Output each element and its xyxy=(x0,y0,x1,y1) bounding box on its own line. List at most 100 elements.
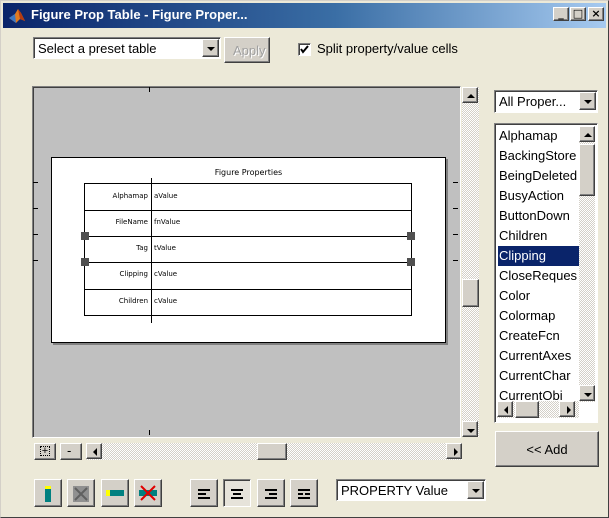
format-dropdown-button[interactable] xyxy=(467,481,484,499)
vertical-scroll-thumb[interactable] xyxy=(462,279,479,307)
scroll-down-button[interactable] xyxy=(462,421,478,437)
align-left-button[interactable] xyxy=(190,479,218,507)
preview-row-value: fnValue xyxy=(154,218,181,226)
selection-handle[interactable] xyxy=(407,258,415,266)
apply-button[interactable]: Apply xyxy=(224,37,270,63)
add-label: << Add xyxy=(526,442,568,457)
ruler-tick xyxy=(149,430,150,435)
row-divider xyxy=(85,236,411,237)
canvas-horizontal-scrollbar[interactable] xyxy=(86,443,462,460)
title-bar[interactable]: Figure Prop Table - Figure Proper... _ □… xyxy=(3,3,606,28)
minimize-button[interactable]: _ xyxy=(553,7,569,21)
split-cells-checkbox[interactable] xyxy=(298,43,311,56)
preset-dropdown-button[interactable] xyxy=(202,39,219,57)
list-vertical-scrollbar[interactable] xyxy=(579,126,595,402)
justify-button[interactable] xyxy=(290,479,318,507)
list-item[interactable]: Colormap xyxy=(498,306,580,326)
apply-label: Apply xyxy=(233,43,266,58)
list-item[interactable]: Color xyxy=(498,286,580,306)
list-item[interactable]: CurrentObj xyxy=(498,386,580,400)
canvas-vertical-scrollbar[interactable] xyxy=(462,87,479,437)
align-center-button[interactable] xyxy=(223,479,251,507)
column-divider xyxy=(151,178,152,323)
delete-column-icon xyxy=(73,486,89,502)
insert-column-icon xyxy=(45,486,51,502)
scroll-right-button[interactable] xyxy=(446,443,462,459)
scroll-left-button[interactable] xyxy=(86,443,102,459)
format-select[interactable]: PROPERTY Value xyxy=(336,479,486,501)
list-horizontal-scrollbar[interactable] xyxy=(497,401,579,418)
arrow-right-icon xyxy=(454,448,458,456)
insert-row-icon xyxy=(106,490,124,496)
list-item[interactable]: BusyAction xyxy=(498,186,580,206)
list-horizontal-thumb[interactable] xyxy=(515,401,539,418)
ruler-tick xyxy=(33,208,38,209)
list-item[interactable]: CurrentAxes xyxy=(498,346,580,366)
list-item[interactable]: CloseReques xyxy=(498,266,580,286)
selection-handle[interactable] xyxy=(407,232,415,240)
matlab-logo-icon xyxy=(9,9,25,23)
list-item[interactable]: Alphamap xyxy=(498,126,580,146)
list-item[interactable]: BackingStore xyxy=(498,146,580,166)
delete-row-button[interactable] xyxy=(134,479,162,507)
arrow-left-icon xyxy=(504,406,508,414)
preview-table[interactable]: Alphamap aValue FileName fnValue Tag tVa… xyxy=(81,178,415,323)
zoom-in-button[interactable]: + xyxy=(34,443,56,460)
close-button[interactable]: × xyxy=(588,7,604,21)
zoom-out-button[interactable]: - xyxy=(60,443,82,460)
insert-column-button[interactable] xyxy=(34,479,62,507)
preset-table-label: Select a preset table xyxy=(38,41,157,56)
scroll-up-button[interactable] xyxy=(462,87,478,103)
ruler-tick xyxy=(453,260,458,261)
row-divider xyxy=(85,210,411,211)
checkmark-icon xyxy=(300,45,309,54)
arrow-down-icon xyxy=(584,393,592,397)
format-select-label: PROPERTY Value xyxy=(341,483,448,498)
list-item[interactable]: CurrentChar xyxy=(498,366,580,386)
list-item[interactable]: Children xyxy=(498,226,580,246)
property-filter-select[interactable]: All Proper... xyxy=(494,90,598,113)
insert-row-button[interactable] xyxy=(101,479,129,507)
preview-row-value: cValue xyxy=(154,270,178,278)
selection-handle[interactable] xyxy=(81,258,89,266)
arrow-right-icon xyxy=(567,406,571,414)
align-right-icon xyxy=(265,489,277,499)
preset-table-select[interactable]: Select a preset table xyxy=(33,37,221,59)
figure-prop-table-window: Figure Prop Table - Figure Proper... _ □… xyxy=(0,0,609,518)
preview-title: Figure Properties xyxy=(214,168,283,177)
chevron-down-icon xyxy=(472,489,480,493)
list-vertical-thumb[interactable] xyxy=(579,144,595,196)
maximize-button[interactable]: □ xyxy=(570,7,586,21)
arrow-down-icon xyxy=(467,429,475,433)
list-item[interactable]: CreateFcn xyxy=(498,326,580,346)
list-item[interactable]: BeingDeleted xyxy=(498,166,580,186)
list-scroll-right-button[interactable] xyxy=(559,401,575,417)
preview-row-property: Clipping xyxy=(119,270,149,278)
layout-canvas[interactable]: Figure Properties Alphamap aValue FileNa… xyxy=(32,86,461,438)
property-list[interactable]: Alphamap BackingStore BeingDeleted BusyA… xyxy=(494,123,598,423)
add-button[interactable]: << Add xyxy=(495,431,599,467)
ruler-tick xyxy=(453,208,458,209)
ruler-tick xyxy=(149,87,150,92)
list-scroll-down-button[interactable] xyxy=(579,385,595,401)
preview-row-value: tValue xyxy=(154,244,176,252)
list-item[interactable]: ButtonDown xyxy=(498,206,580,226)
filter-dropdown-button[interactable] xyxy=(579,92,596,110)
align-left-icon xyxy=(198,489,210,499)
row-divider xyxy=(85,289,411,290)
horizontal-scroll-thumb[interactable] xyxy=(257,443,287,460)
delete-column-button[interactable] xyxy=(67,479,95,507)
ruler-tick xyxy=(33,234,38,235)
table-preview-sheet: Figure Properties Alphamap aValue FileNa… xyxy=(51,157,446,343)
ruler-tick xyxy=(33,260,38,261)
arrow-left-icon xyxy=(93,448,97,456)
align-right-button[interactable] xyxy=(257,479,285,507)
selection-handle[interactable] xyxy=(81,232,89,240)
ruler-tick xyxy=(453,234,458,235)
list-scroll-left-button[interactable] xyxy=(497,401,513,417)
preview-row-value: cValue xyxy=(154,297,178,305)
delete-row-icon xyxy=(139,485,157,501)
zoom-out-icon: - xyxy=(67,443,72,458)
list-item-selected[interactable]: Clipping xyxy=(498,246,580,266)
list-scroll-up-button[interactable] xyxy=(579,126,595,142)
